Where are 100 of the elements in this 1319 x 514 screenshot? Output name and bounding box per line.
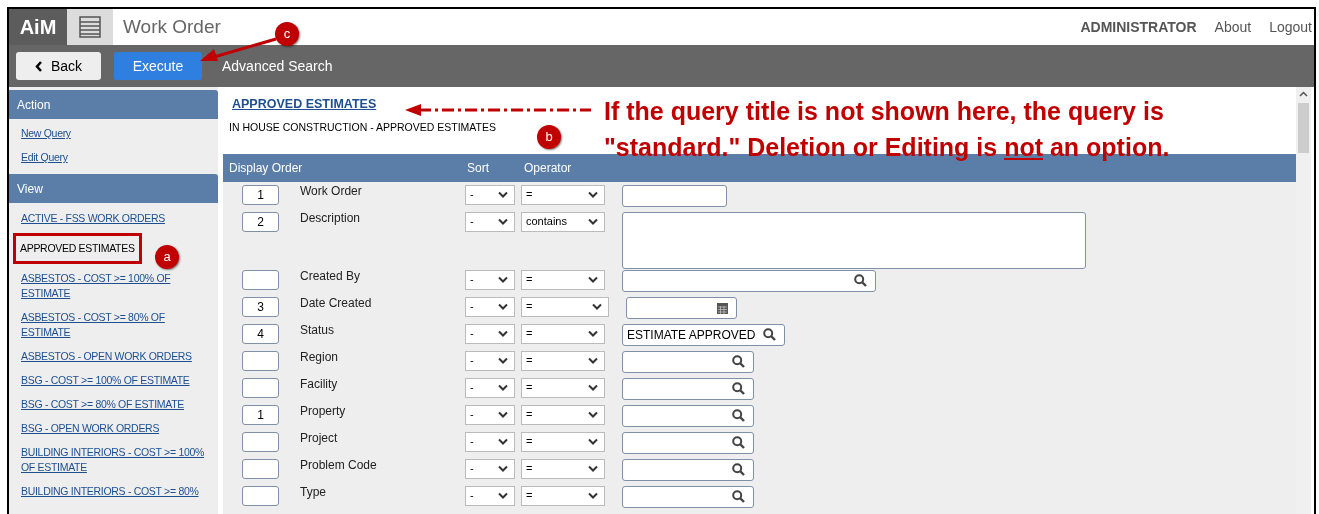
caret-icon: [498, 357, 508, 364]
operator-dropdown[interactable]: =: [521, 377, 605, 398]
sidebar-item[interactable]: BSG - OPEN WORK ORDERS: [15, 419, 166, 438]
sidebar-item[interactable]: APPROVED ESTIMATES: [13, 233, 142, 264]
scrollbar[interactable]: [1296, 87, 1311, 514]
caret-icon: [588, 411, 598, 418]
display-order-field[interactable]: [242, 269, 279, 290]
search-icon[interactable]: [854, 274, 867, 287]
operator-dropdown[interactable]: =: [521, 431, 605, 452]
search-icon[interactable]: [732, 436, 745, 449]
header-link[interactable]: Logout: [1269, 16, 1312, 38]
sidebar-item[interactable]: ASBESTOS - COST >= 80% OF ESTIMATE: [15, 308, 216, 342]
sidebar-item[interactable]: ASBESTOS - OPEN WORK ORDERS: [15, 347, 198, 366]
lookup-field[interactable]: [622, 350, 754, 373]
chevron-left-icon: [34, 60, 43, 72]
text-area[interactable]: [622, 211, 1086, 269]
user-name: ADMINISTRATOR: [1080, 17, 1197, 37]
caret-icon: [592, 303, 602, 310]
operator-dropdown[interactable]: =: [521, 323, 605, 344]
operator-dropdown[interactable]: =: [521, 296, 609, 317]
operator-dropdown[interactable]: =: [521, 404, 605, 425]
lookup-field[interactable]: [622, 404, 754, 427]
display-order-field[interactable]: [242, 458, 279, 479]
caret-icon: [498, 191, 508, 198]
annotation-note: If the query title is not shown here, the query is "standard." Deletion or Editing is not an option.: [604, 96, 1171, 163]
scroll-up-icon[interactable]: [1299, 91, 1308, 97]
lookup-field[interactable]: [622, 377, 754, 400]
field-label: Type: [300, 484, 327, 499]
menu-icon[interactable]: [67, 9, 113, 45]
lookup-field[interactable]: [622, 431, 754, 454]
display-order-field[interactable]: 4: [242, 323, 279, 344]
caret-icon: [588, 465, 598, 472]
field-label: Status: [300, 322, 336, 337]
lookup-field[interactable]: [622, 485, 754, 508]
caret-icon: [498, 384, 508, 391]
display-order-field[interactable]: [242, 350, 279, 371]
input-field[interactable]: [622, 184, 727, 207]
operator-dropdown[interactable]: =: [521, 269, 605, 290]
sort-dropdown[interactable]: -: [465, 350, 515, 371]
lookup-field[interactable]: [622, 458, 754, 481]
sidebar-item[interactable]: Edit Query: [15, 148, 74, 167]
column-header: Operator: [524, 159, 572, 177]
sort-dropdown[interactable]: -: [465, 184, 515, 205]
sidebar-item[interactable]: BUILDING INTERIORS - COST >= 100% OF ESTIMATE: [15, 443, 216, 477]
display-order-field[interactable]: [242, 485, 279, 506]
display-order-field[interactable]: [242, 431, 279, 452]
operator-dropdown[interactable]: contains: [521, 211, 605, 232]
lookup-field[interactable]: ESTIMATE APPROVED: [622, 323, 785, 346]
field-label: Problem Code: [300, 457, 378, 472]
sort-dropdown[interactable]: -: [465, 485, 515, 506]
back-button[interactable]: Back: [16, 52, 101, 80]
sort-dropdown[interactable]: -: [465, 296, 515, 317]
caret-icon: [498, 303, 508, 310]
search-icon[interactable]: [732, 463, 745, 476]
field-label: Description: [300, 210, 362, 225]
scrollbar-thumb[interactable]: [1298, 103, 1309, 153]
lookup-field[interactable]: [622, 269, 876, 292]
header-link[interactable]: About: [1214, 16, 1252, 38]
caret-icon: [588, 384, 598, 391]
display-order-field[interactable]: [242, 377, 279, 398]
query-title-link[interactable]: APPROVED ESTIMATES: [232, 95, 377, 114]
search-icon[interactable]: [732, 490, 745, 503]
sort-dropdown[interactable]: -: [465, 404, 515, 425]
calendar-icon[interactable]: [717, 301, 728, 314]
app-logo: AiM: [9, 9, 67, 45]
field-label: Created By: [300, 268, 362, 283]
page-title: Work Order: [123, 14, 221, 39]
sidebar-item[interactable]: BSG - COST >= 100% OF ESTIMATE: [15, 371, 196, 390]
sidebar-item[interactable]: New Query: [15, 124, 77, 143]
sidebar-item[interactable]: BUILDING INTERIORS - COST >= 80%: [15, 482, 205, 501]
operator-dropdown[interactable]: =: [521, 485, 605, 506]
caret-icon: [588, 218, 598, 225]
date-field[interactable]: [626, 296, 737, 319]
sort-dropdown[interactable]: -: [465, 377, 515, 398]
display-order-field[interactable]: 2: [242, 211, 279, 232]
search-icon[interactable]: [732, 382, 745, 395]
column-header: Display Order: [229, 159, 303, 177]
operator-dropdown[interactable]: =: [521, 184, 605, 205]
sort-dropdown[interactable]: -: [465, 211, 515, 232]
sort-dropdown[interactable]: -: [465, 431, 515, 452]
search-icon[interactable]: [732, 355, 745, 368]
sidebar-item[interactable]: BSG - COST >= 80% OF ESTIMATE: [15, 395, 191, 414]
display-order-field[interactable]: 1: [242, 184, 279, 205]
sidebar-item[interactable]: ASBESTOS - COST >= 100% OF ESTIMATE: [15, 269, 216, 303]
sidebar-item[interactable]: ACTIVE - FSS WORK ORDERS: [15, 209, 171, 228]
search-icon[interactable]: [732, 409, 745, 422]
display-order-field[interactable]: 1: [242, 404, 279, 425]
operator-dropdown[interactable]: =: [521, 350, 605, 371]
sort-dropdown[interactable]: -: [465, 323, 515, 344]
advanced-search-link[interactable]: Advanced Search: [222, 55, 333, 77]
caret-icon: [498, 411, 508, 418]
operator-dropdown[interactable]: =: [521, 458, 605, 479]
search-icon[interactable]: [763, 328, 776, 341]
display-order-field[interactable]: 3: [242, 296, 279, 317]
sort-dropdown[interactable]: -: [465, 458, 515, 479]
caret-icon: [498, 492, 508, 499]
execute-button[interactable]: Execute: [114, 52, 202, 80]
caret-icon: [498, 330, 508, 337]
sort-dropdown[interactable]: -: [465, 269, 515, 290]
caret-icon: [588, 276, 598, 283]
